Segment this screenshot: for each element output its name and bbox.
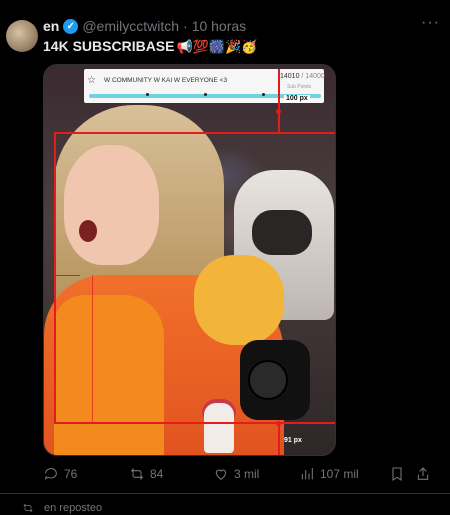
views-chart-icon (301, 468, 313, 480)
verified-badge-icon: ✓ (63, 18, 79, 34)
repost-icon (130, 468, 144, 480)
bookmark-button[interactable] (389, 466, 410, 482)
guide-point (276, 109, 281, 114)
sub-goal-count: 14010 / 14000 (280, 73, 325, 80)
bookmark-icon (392, 467, 402, 481)
tweet-divider (0, 493, 450, 494)
guide-line-bottom (54, 422, 335, 424)
guide-line-left (54, 132, 56, 424)
repost-button[interactable]: 84 (129, 466, 163, 482)
guide-line-measure-bottom (278, 424, 280, 455)
reply-icon (44, 468, 57, 480)
share-icon (417, 467, 429, 480)
tweet-text: 14K SUBSCRIBASE 📢💯🎆🎉🥳 (43, 38, 257, 55)
shirt-panel (54, 295, 164, 455)
community-icon: ☆ (87, 75, 96, 86)
tweet: en ✓ @emilycctwitch · 10 horas ··· 14K S… (0, 0, 450, 515)
tweet-media-image[interactable]: ☆ W COMMUNITY W KAI W EVERYONE <3 14010 … (43, 64, 336, 456)
sub-goal-title: W COMMUNITY W KAI W EVERYONE <3 (104, 77, 228, 84)
chair-logo (252, 210, 312, 255)
like-count: 3 mil (234, 467, 260, 481)
views-count: 107 mil (320, 467, 359, 481)
views-button[interactable]: 107 mil (299, 466, 359, 482)
heart-icon (215, 469, 227, 480)
shirt-sleeve (194, 255, 284, 345)
guide-tick (56, 275, 80, 276)
progress-marker (146, 93, 149, 96)
guide-point (276, 421, 281, 426)
tweet-header: en ✓ @emilycctwitch · 10 horas (43, 18, 246, 34)
reply-count: 76 (64, 467, 78, 481)
progress-marker (204, 93, 207, 96)
sub-goal-label: Sub Points (287, 84, 312, 90)
more-options-icon[interactable]: ··· (421, 14, 440, 32)
guide-line-measure-top (278, 69, 280, 133)
tweet-text-body: 14K SUBSCRIBASE (43, 38, 175, 54)
separator-dot: · (183, 18, 188, 34)
figurine (204, 403, 234, 453)
author-name[interactable]: en (43, 18, 59, 34)
reply-button[interactable]: 76 (43, 466, 77, 482)
person-mouth (79, 220, 97, 242)
repost-icon (23, 503, 33, 513)
measure-label-bottom: 91 px (284, 437, 302, 444)
post-time[interactable]: 10 horas (192, 18, 246, 34)
person-face (64, 145, 159, 265)
progress-marker (262, 93, 265, 96)
microphone-grille (248, 360, 288, 400)
sub-goal-current: 14010 (280, 73, 300, 80)
tweet-emojis: 📢💯🎆🎉🥳 (176, 39, 258, 54)
guide-inner (92, 275, 93, 423)
repost-count: 84 (150, 467, 164, 481)
tweet-actions: 76 84 3 mil 107 mil (43, 466, 443, 486)
share-button[interactable] (415, 466, 436, 482)
like-button[interactable]: 3 mil (213, 466, 259, 482)
measure-label-top: 100 px (284, 95, 310, 102)
repost-context[interactable]: en reposteo (22, 502, 102, 514)
author-handle[interactable]: @emilycctwitch (82, 18, 179, 34)
avatar[interactable] (6, 20, 38, 52)
guide-line-top (54, 132, 335, 134)
sub-goal-total: / 14000 (301, 73, 325, 80)
repost-context-label: en reposteo (44, 502, 103, 514)
